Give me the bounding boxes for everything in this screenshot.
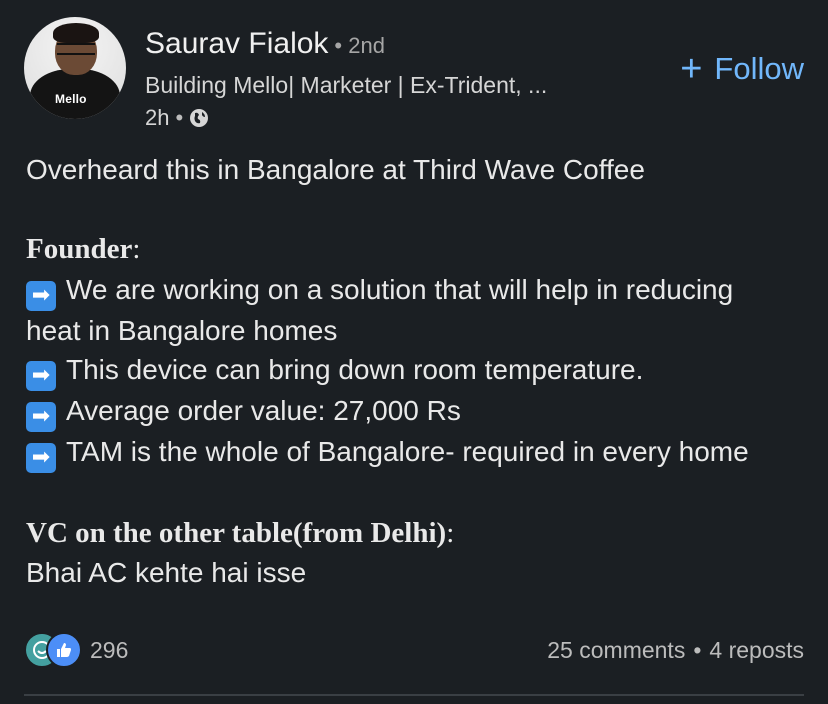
engagement-meta: 25 comments • 4 reposts <box>547 637 804 664</box>
bullet-continuation: heat in Bangalore homes <box>26 311 808 351</box>
globe-icon <box>189 108 209 128</box>
avatar-logo-text: Mello <box>55 92 87 106</box>
vc-label: VC on the other table(from Delhi) <box>26 516 447 549</box>
vc-heading: VC on the other table(from Delhi): <box>26 513 808 554</box>
author-name[interactable]: Saurav Fialok <box>145 27 328 61</box>
bullet-line: ➡ Average order value: 27,000 Rs <box>26 391 808 432</box>
bullet-text: This device can bring down room temperat… <box>66 354 644 385</box>
divider <box>24 694 804 696</box>
social-counts: 296 25 comments • 4 reposts <box>24 632 804 668</box>
avatar-hair <box>53 23 99 43</box>
arrow-right-icon: ➡ <box>26 443 56 473</box>
arrow-right-icon: ➡ <box>26 402 56 432</box>
reaction-icons <box>24 632 82 668</box>
meta-separator: • <box>693 636 702 663</box>
avatar-glasses <box>57 43 95 55</box>
bullet-text: Average order value: 27,000 Rs <box>66 395 461 426</box>
meta-separator: • <box>175 105 184 130</box>
founder-colon: : <box>132 233 141 265</box>
vc-colon: : <box>446 516 455 549</box>
author-name-row: Saurav Fialok • 2nd <box>145 27 385 61</box>
founder-label: Founder <box>26 233 133 265</box>
bullet-line: ➡ This device can bring down room tempera… <box>26 350 808 391</box>
bullet-text: TAM is the whole of Bangalore- required … <box>66 436 749 467</box>
connection-degree: • 2nd <box>334 33 385 58</box>
plus-icon: + <box>680 48 703 90</box>
author-headline: Building Mello| Marketer | Ex-Trident, .… <box>145 72 548 98</box>
bullet-text: We are working on a solution that will h… <box>66 273 734 305</box>
like-icon <box>46 632 82 668</box>
post-text: Overheard this in Bangalore at Third Wav… <box>26 150 808 593</box>
founder-heading: Founder: <box>26 229 808 270</box>
post-line-intro: Overheard this in Bangalore at Third Wav… <box>26 154 645 185</box>
reaction-count: 296 <box>90 636 129 663</box>
arrow-right-icon: ➡ <box>26 361 56 391</box>
bullet-text: heat in Bangalore homes <box>26 314 338 346</box>
avatar[interactable]: Mello <box>24 17 126 119</box>
follow-label: Follow <box>714 51 804 86</box>
bullet-line: ➡ We are working on a solution that will … <box>26 270 808 311</box>
post-time: 2h <box>145 105 170 130</box>
vc-reply: Bhai AC kehte hai isse <box>26 557 307 588</box>
follow-button[interactable]: + Follow <box>680 50 804 88</box>
reposts-link[interactable]: 4 reposts <box>709 637 804 664</box>
post-meta: 2h • <box>145 105 209 131</box>
bullet-line: ➡ TAM is the whole of Bangalore- required… <box>26 432 808 473</box>
arrow-right-icon: ➡ <box>26 280 56 311</box>
comments-link[interactable]: 25 comments <box>547 637 685 664</box>
reactions-summary[interactable]: 296 <box>24 632 128 668</box>
